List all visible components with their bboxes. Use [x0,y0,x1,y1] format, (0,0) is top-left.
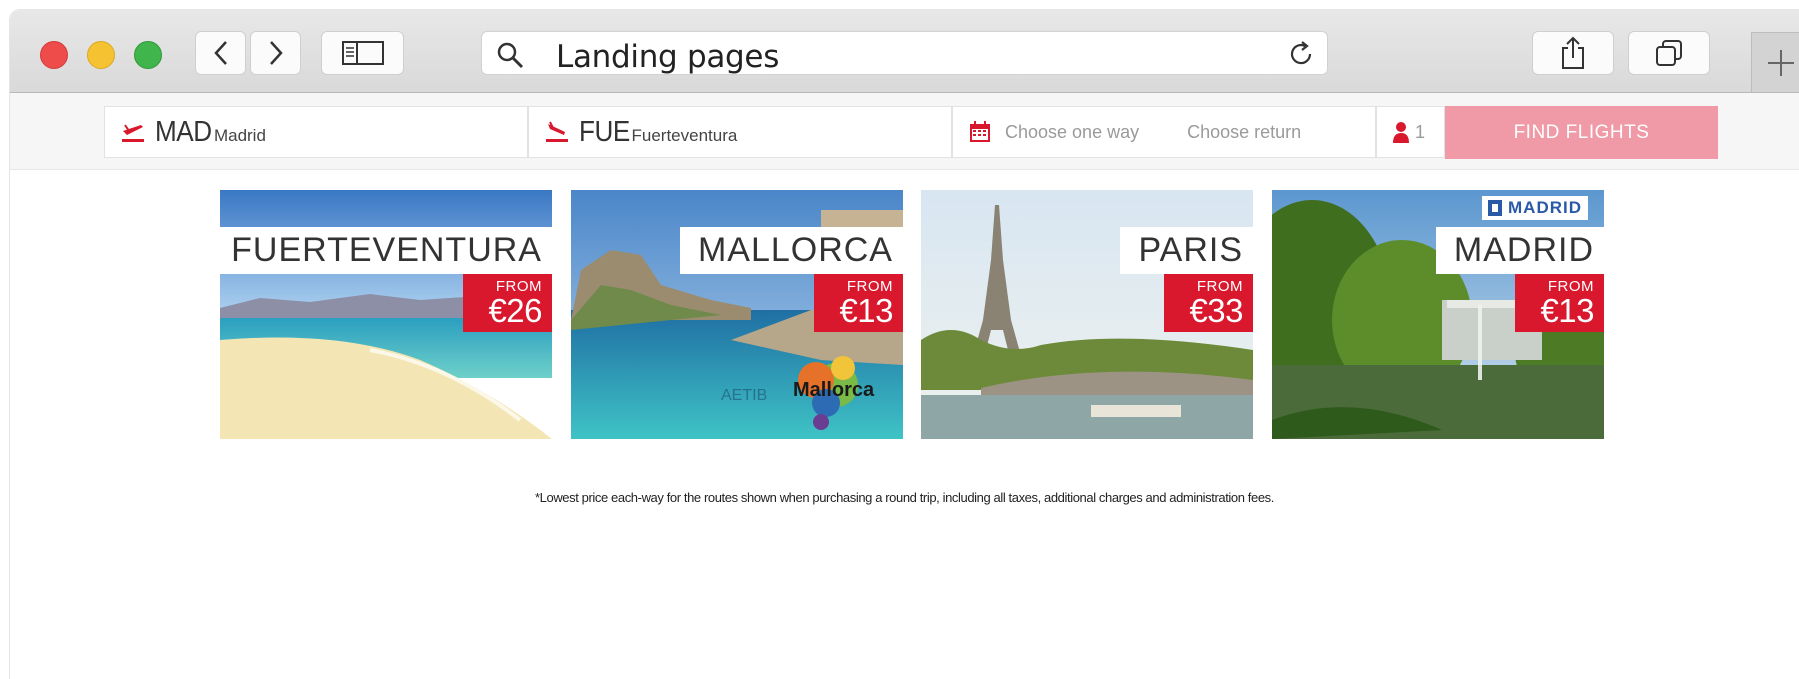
address-bar[interactable]: Landing pages [481,31,1328,75]
aetib-watermark: AETIB [721,387,767,404]
price-value: €33 [1189,292,1243,329]
price-tag: FROM €26 [463,274,552,332]
destination-field[interactable]: FUE Fuerteventura [528,106,952,158]
plus-icon [1768,49,1794,76]
takeoff-icon [122,124,144,142]
passengers-field[interactable]: 1 [1376,106,1445,158]
destination-card-mallorca[interactable]: Mallorca AETIB MALLORCA FROM €13 [571,190,903,439]
price-tag: FROM €33 [1164,274,1253,332]
destination-city: Fuerteventura [631,126,738,145]
tabs-button[interactable] [1628,31,1710,75]
depart-date-input[interactable]: Choose one way [1005,122,1139,143]
destination-card-paris[interactable]: PARIS FROM €33 [921,190,1253,439]
destination-name: FUERTEVENTURA [220,227,552,274]
close-window-button[interactable] [40,41,68,69]
origin-city: Madrid [213,126,266,145]
browser-window: Landing pages MAD Madrid FUE Fuerteventu… [10,10,1799,679]
flight-search-bar: MAD Madrid FUE Fuerteventura Choose one … [10,93,1799,170]
price-value: €26 [488,292,542,329]
landing-icon [546,121,568,142]
passenger-count: 1 [1415,121,1426,142]
from-label: FROM [1547,278,1594,295]
madrid-badge: MADRID [1482,196,1588,220]
sidebar-icon [341,41,384,65]
zoom-window-button[interactable] [134,41,162,69]
mallorca-logo: Mallorca [793,379,875,401]
destination-code: FUE [579,115,630,148]
destination-card-fuerteventura[interactable]: FUERTEVENTURA FROM €26 [220,190,552,439]
chevron-left-icon [213,41,227,65]
price-value: €13 [1540,292,1594,329]
price-tag: FROM €13 [814,274,903,332]
origin-field[interactable]: MAD Madrid [104,106,528,158]
new-tab-button[interactable] [1751,32,1799,92]
chevron-right-icon [269,41,283,65]
price-tag: FROM €13 [1515,274,1604,332]
destination-name: MADRID [1435,227,1604,274]
bear-logo-icon [1488,200,1502,216]
destination-name: MALLORCA [679,227,903,274]
reload-icon[interactable] [1287,40,1315,68]
sidebar-button[interactable] [321,31,404,75]
forward-button[interactable] [250,31,301,75]
browser-toolbar: Landing pages [10,10,1799,93]
dates-field[interactable]: Choose one way Choose return [952,106,1376,158]
destination-card-madrid[interactable]: MADRID MADRID FROM €13 [1272,190,1604,439]
destination-name: PARIS [1120,227,1253,274]
origin-code: MAD [155,115,212,148]
search-icon [497,42,524,69]
tabs-icon [1656,40,1682,66]
madrid-badge-text: MADRID [1508,198,1582,217]
share-button[interactable] [1532,31,1614,75]
share-icon [1562,36,1584,69]
calendar-icon [970,121,990,142]
back-button[interactable] [195,31,246,75]
price-value: €13 [839,292,893,329]
from-label: FROM [495,278,542,295]
person-icon [1393,122,1409,143]
minimize-window-button[interactable] [87,41,115,69]
from-label: FROM [846,278,893,295]
return-date-input[interactable]: Choose return [1187,122,1301,143]
address-text: Landing pages [556,39,780,75]
price-disclaimer: *Lowest price each-way for the routes sh… [535,490,1274,505]
find-flights-button[interactable]: FIND FLIGHTS [1445,106,1718,159]
from-label: FROM [1196,278,1243,295]
